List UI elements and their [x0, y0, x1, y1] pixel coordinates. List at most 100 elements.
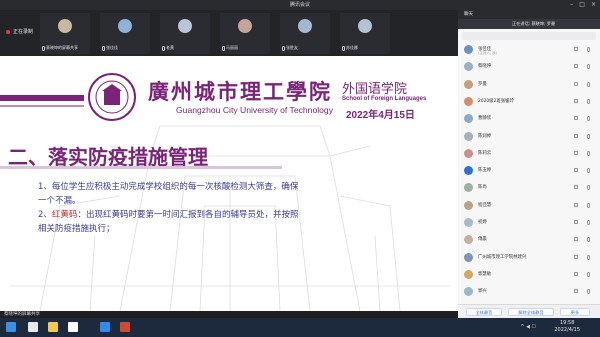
mic-icon[interactable] [587, 254, 590, 260]
mic-icon[interactable] [587, 220, 590, 225]
video-tile[interactable]: 张胜友 [280, 13, 330, 54]
maximize-button[interactable]: □ [579, 0, 585, 10]
avatar [298, 19, 312, 33]
mic-icon[interactable] [587, 289, 590, 295]
mic-icon [162, 45, 165, 51]
mic-icon[interactable] [587, 168, 590, 174]
video-tile[interactable]: 老黄 [160, 13, 210, 54]
camera-icon[interactable] [574, 168, 578, 173]
camera-icon[interactable] [574, 254, 578, 259]
mute-all-button[interactable]: 全体静音 [466, 308, 502, 316]
mic-icon[interactable] [587, 185, 590, 191]
member-row[interactable]: 罗曼 [458, 79, 600, 90]
member-row[interactable]: 傅晨 [458, 234, 600, 245]
camera-icon[interactable] [574, 237, 578, 242]
camera-icon[interactable] [574, 150, 578, 155]
mic-icon[interactable] [587, 202, 590, 208]
mic-icon[interactable] [587, 150, 590, 156]
video-tile[interactable]: 苏佳娜 [340, 13, 390, 54]
mic-icon[interactable] [587, 116, 590, 122]
video-tile[interactable]: 蔡晓坤的屏幕共享 [40, 13, 90, 54]
windows-start-icon[interactable] [6, 322, 16, 332]
member-row[interactable]: 2020级2班张媛玲 [458, 96, 600, 107]
mic-icon[interactable] [587, 81, 590, 87]
camera-icon[interactable] [574, 202, 578, 207]
member-name: 郭慧敏 [478, 271, 492, 277]
member-row[interactable]: 陈尚 [458, 182, 600, 193]
browser-icon[interactable] [68, 322, 78, 332]
tile-name: 马丽丽 [226, 45, 238, 50]
avatar [464, 96, 473, 106]
system-tray[interactable]: ^ ◀ ☐ [520, 324, 536, 330]
video-tile[interactable]: 张佳佳 [100, 13, 150, 54]
member-row[interactable]: 张佳佳 (主持人, 我) [458, 44, 600, 55]
avatar [358, 19, 372, 33]
avatar [464, 200, 473, 210]
camera-icon[interactable] [574, 289, 578, 294]
member-row[interactable]: 郭慧敏 [458, 269, 600, 280]
avatar [464, 79, 473, 89]
mic-icon[interactable] [587, 47, 590, 52]
avatar [464, 62, 473, 72]
member-row[interactable]: 程佳慧 [458, 200, 600, 211]
university-seal-icon [88, 73, 136, 121]
member-row[interactable]: 广州城市理工学院林建兴 [458, 252, 600, 263]
mic-icon [102, 45, 105, 51]
mic-icon[interactable] [587, 64, 590, 70]
member-name: 陈润婷 [478, 133, 492, 139]
camera-icon[interactable] [574, 98, 578, 103]
tencent-meeting-icon[interactable] [100, 322, 110, 332]
video-tile[interactable]: 马丽丽 [220, 13, 270, 54]
more-button[interactable]: 更多 [560, 308, 590, 316]
camera-icon[interactable] [574, 116, 578, 121]
school-name-cn: 外国语学院 [342, 82, 408, 97]
slide-date: 2022年4月15日 [346, 110, 415, 121]
avatar [464, 218, 473, 227]
member-row[interactable]: 陈玉婷 [458, 165, 600, 176]
system-clock[interactable]: 19:58 2022/4/15 [554, 320, 580, 334]
member-name: 郭兴 [478, 289, 487, 295]
panel-footer: 全体静音 解除全体静音 更多 [458, 304, 600, 318]
member-name: 曹静欣 [478, 116, 492, 122]
avatar [464, 45, 473, 54]
panel-title: 聊天 [464, 12, 473, 17]
avatar [464, 252, 473, 262]
shared-slide: 廣州城市理工學院 Guangzhou City University of Te… [0, 56, 458, 311]
member-role: (主持人, 我) [478, 51, 497, 55]
member-row[interactable]: 陈润婷 [458, 131, 600, 142]
member-name: 蔡晓坤 [478, 64, 492, 70]
unmute-all-button[interactable]: 解除全体静音 [508, 308, 554, 316]
member-name: 初婷 [478, 220, 487, 225]
mic-icon [222, 45, 225, 51]
powerpoint-icon[interactable] [120, 322, 130, 332]
mic-icon[interactable] [587, 237, 590, 243]
member-search-input[interactable] [462, 32, 596, 40]
member-row[interactable]: 曹静欣 [458, 113, 600, 124]
tile-name: 张胜友 [286, 45, 298, 50]
camera-icon[interactable] [574, 47, 578, 51]
member-name: 2020级2班张媛玲 [478, 98, 514, 104]
close-button[interactable]: × [591, 0, 596, 10]
tile-name: 苏佳娜 [346, 45, 358, 50]
university-name-en: Guangzhou City University of Technology [176, 105, 333, 115]
camera-icon[interactable] [574, 185, 578, 190]
minimize-button[interactable]: – [570, 0, 573, 10]
camera-icon[interactable] [574, 271, 578, 276]
member-row[interactable]: 蔡晓坤 [458, 61, 600, 72]
mic-icon[interactable] [587, 133, 590, 139]
member-row[interactable]: 郭兴 [458, 286, 600, 297]
camera-icon[interactable] [574, 81, 578, 86]
camera-icon[interactable] [574, 64, 578, 69]
window-controls: – □ × [570, 0, 596, 10]
mic-icon[interactable] [587, 98, 590, 104]
camera-icon[interactable] [574, 220, 578, 224]
folder-icon[interactable] [48, 322, 58, 332]
camera-icon[interactable] [574, 133, 578, 138]
header-band-thin [0, 105, 84, 107]
member-name: 罗曼 [478, 81, 487, 87]
member-row[interactable]: 初婷 [458, 217, 600, 228]
avatar [464, 287, 473, 297]
member-row[interactable]: 陈莉云 [458, 148, 600, 159]
mic-icon[interactable] [587, 271, 590, 277]
file-explorer-icon[interactable] [28, 322, 38, 332]
